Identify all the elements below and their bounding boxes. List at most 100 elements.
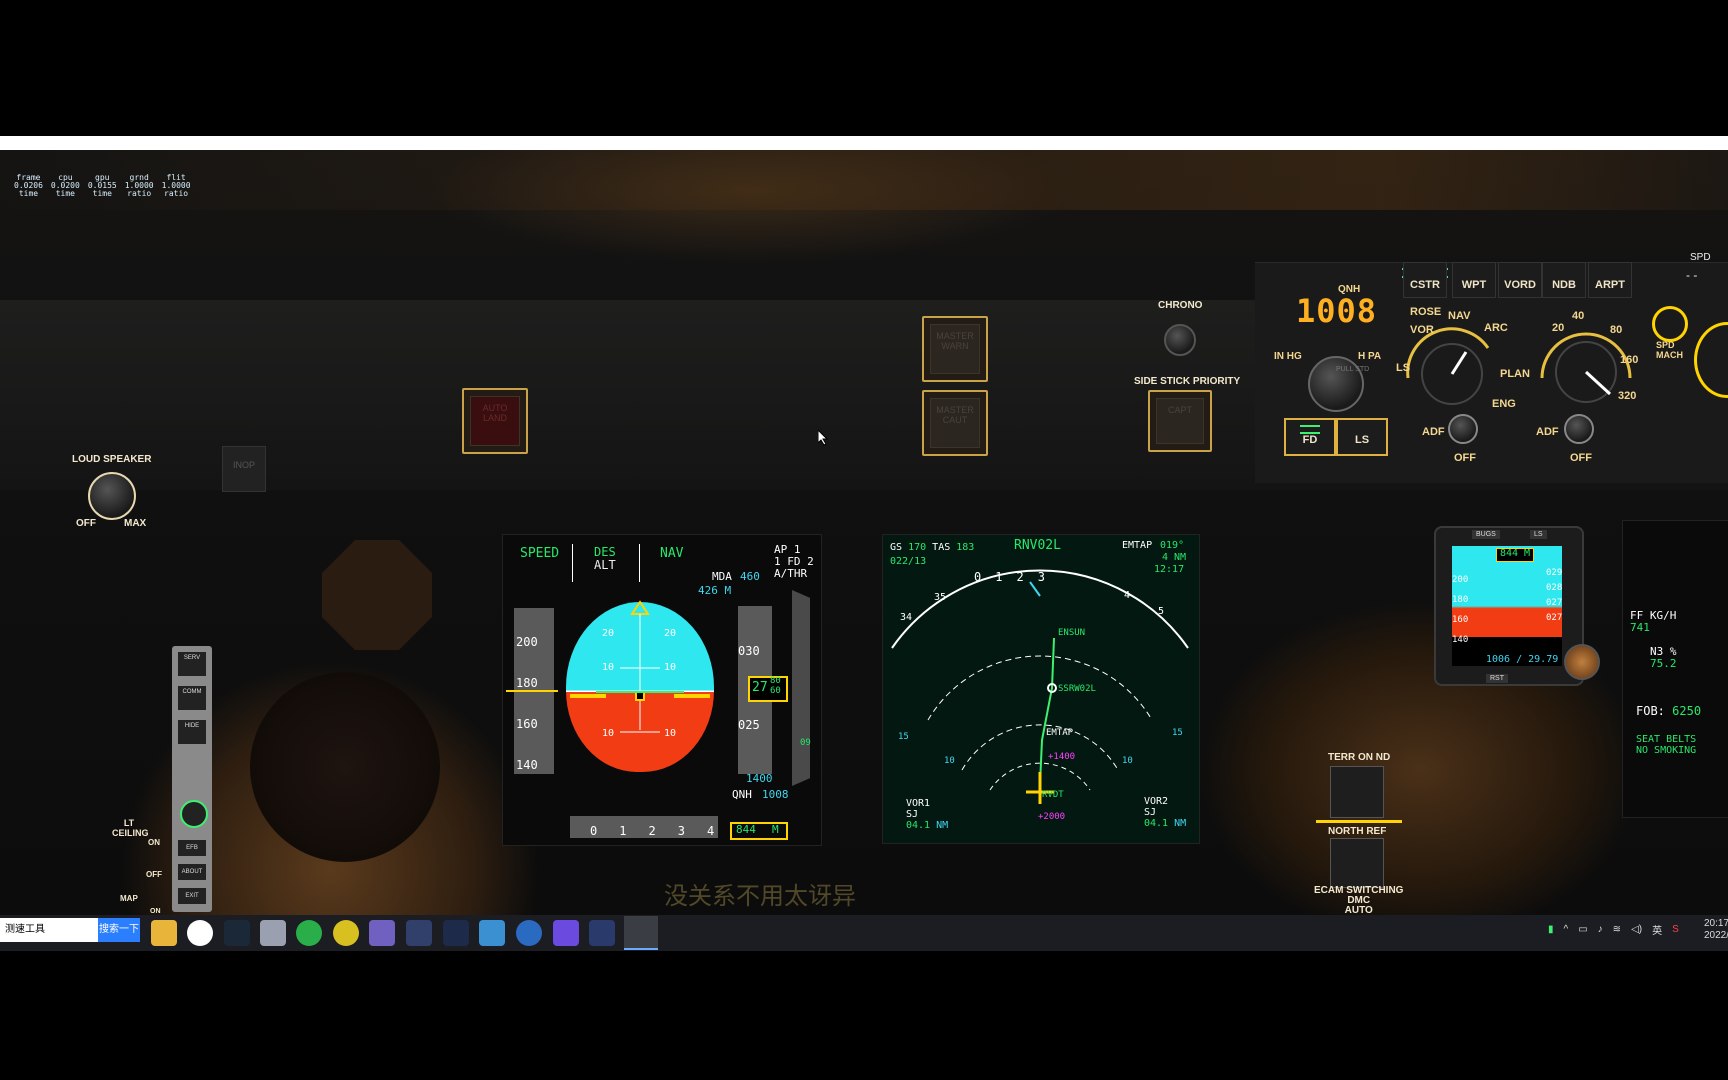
memo-seat-belts: SEAT BELTS	[1636, 734, 1697, 745]
headphones-app-icon[interactable]	[187, 920, 213, 946]
range-ring	[927, 655, 1153, 721]
isis-baro-knob[interactable]	[1564, 644, 1600, 680]
alt-meters-unit: M	[772, 823, 779, 836]
lt-on-label: ON	[148, 838, 160, 847]
inop-button[interactable]: INOP	[222, 446, 266, 492]
terr-on-nd-button[interactable]	[1330, 766, 1384, 818]
chrono-button[interactable]	[1164, 324, 1196, 356]
speaker-off-label: OFF	[76, 518, 96, 529]
baro-knob[interactable]	[1308, 356, 1364, 412]
efb-about-button[interactable]: ABOUT	[178, 864, 206, 880]
in-hg-label: IN HG	[1274, 351, 1302, 362]
adf1-off: OFF	[1454, 452, 1476, 464]
compass-34: 34	[900, 612, 913, 623]
vs-scale	[792, 590, 810, 786]
ls-button[interactable]: LS	[1336, 418, 1388, 456]
volume-icon[interactable]: ◁)	[1631, 924, 1642, 935]
ime-indicator[interactable]: 英	[1652, 922, 1662, 937]
range-mark: 10	[1122, 756, 1133, 766]
range-80: 80	[1610, 324, 1623, 336]
chevron-up-icon[interactable]: ^	[1564, 924, 1569, 935]
taskbar-clock[interactable]: 20:17 2022/	[1704, 918, 1728, 942]
autoland-button[interactable]: AUTO LAND	[462, 388, 528, 454]
adf1-switch[interactable]	[1448, 414, 1478, 444]
taskbar-search-button[interactable]: 搜索一下	[98, 918, 140, 942]
flight-plan	[1039, 637, 1055, 785]
efb-hide-button[interactable]: HIDE	[178, 720, 206, 744]
video-subtitle: 没关系不用太讶异	[664, 883, 856, 910]
speed-tick: 160	[516, 717, 538, 731]
media-icon[interactable]	[369, 920, 395, 946]
flight-sim-icon[interactable]	[516, 920, 542, 946]
loud-speaker-knob[interactable]	[88, 472, 136, 520]
tas-label: TAS	[932, 542, 951, 553]
sogou-icon[interactable]: S	[1672, 924, 1679, 935]
spd-mach-button[interactable]	[1652, 306, 1688, 342]
adf1-label: ADF	[1422, 426, 1445, 438]
efis-btn-arpt[interactable]: ARPT	[1588, 262, 1632, 298]
mode-eng: ENG	[1492, 398, 1516, 410]
heading-ticks: 0 1 2 3 4	[590, 824, 714, 838]
wechat-icon[interactable]	[296, 920, 322, 946]
battery-icon[interactable]: ▮	[1548, 924, 1554, 935]
efis-btn-wpt[interactable]: WPT	[1452, 262, 1496, 298]
fd-button[interactable]: FD	[1284, 418, 1336, 456]
side-stick-priority-button[interactable]: CAPT	[1148, 390, 1212, 452]
perf-stats: frame 0.0206 time cpu 0.0200 time gpu 0.0155 t…	[14, 174, 191, 198]
alt-target: 1400	[746, 772, 773, 785]
tool-icon[interactable]	[406, 920, 432, 946]
compass-35: 35	[934, 592, 947, 603]
efb-serv-button[interactable]: SERV	[178, 652, 206, 676]
vpn-icon[interactable]	[553, 920, 579, 946]
taskbar-search-input[interactable]: 测速工具	[0, 918, 98, 942]
network-app-icon[interactable]	[589, 920, 615, 946]
microphone-icon[interactable]: ♪	[1598, 924, 1603, 935]
adf2-switch[interactable]	[1564, 414, 1594, 444]
efis-btn-vord[interactable]: VORD	[1498, 262, 1542, 298]
nm-unit: NM	[1174, 818, 1187, 829]
app-icon[interactable]	[260, 920, 286, 946]
efb-exit-button[interactable]: EXIT	[178, 888, 206, 904]
efb-efb-button[interactable]: EFB	[178, 840, 206, 856]
fma-des: DES	[594, 545, 616, 559]
fob-label: FOB:	[1636, 704, 1665, 718]
isis-alt-ticks: 029 028 027 027	[1546, 566, 1562, 626]
speed-tick: 200	[516, 635, 538, 649]
mode-rose: ROSE	[1410, 306, 1442, 318]
bank-pointer	[630, 600, 650, 615]
master-warn-button[interactable]: MASTER WARN	[922, 316, 988, 382]
vs-value: 09	[800, 738, 811, 748]
active-window-icon[interactable]	[624, 916, 658, 950]
display-icon[interactable]: ▭	[1578, 924, 1587, 935]
file-explorer-icon[interactable]	[151, 920, 177, 946]
speed-tick: 140	[516, 758, 538, 772]
lt-off-label: OFF	[146, 870, 162, 879]
isis-ls-button[interactable]: LS	[1530, 530, 1547, 539]
terr-on-nd-label: TERR ON ND	[1328, 752, 1391, 763]
master-warn-label: MASTER WARN	[930, 324, 980, 374]
efis-btn-ndb[interactable]: NDB	[1542, 262, 1586, 298]
stat-col: cpu 0.0200 time	[50, 173, 80, 198]
steam-icon[interactable]	[224, 920, 250, 946]
wifi-icon[interactable]: ≋	[1613, 924, 1621, 935]
ap-status: AP 1 1 FD 2 A/THR	[774, 544, 814, 580]
isis-rst-button[interactable]: RST	[1486, 674, 1508, 683]
efis-btn-cstr[interactable]: CSTR	[1403, 262, 1447, 298]
crypto-icon[interactable]	[443, 920, 469, 946]
master-caut-button[interactable]: MASTER CAUT	[922, 390, 988, 456]
isis-baro: 1006 / 29.79	[1486, 654, 1559, 665]
alt-drum: 80 60	[770, 676, 781, 696]
mouse-cursor-icon	[818, 430, 829, 446]
athr: A/THR	[774, 567, 808, 580]
alt-drum-value: 80	[770, 676, 781, 686]
north-ref-button[interactable]	[1330, 838, 1384, 888]
isis-bugs-button[interactable]: BUGS	[1472, 530, 1500, 539]
range-320: 320	[1618, 390, 1637, 402]
efb-knob[interactable]	[180, 800, 208, 828]
settings-app-icon[interactable]	[479, 920, 505, 946]
efb-comm-button[interactable]: COMM	[178, 686, 206, 710]
spd-label: SPD	[1690, 252, 1711, 263]
browser-icon[interactable]	[333, 920, 359, 946]
alt-meters: 844	[736, 823, 756, 836]
speaker-grille	[250, 672, 440, 862]
